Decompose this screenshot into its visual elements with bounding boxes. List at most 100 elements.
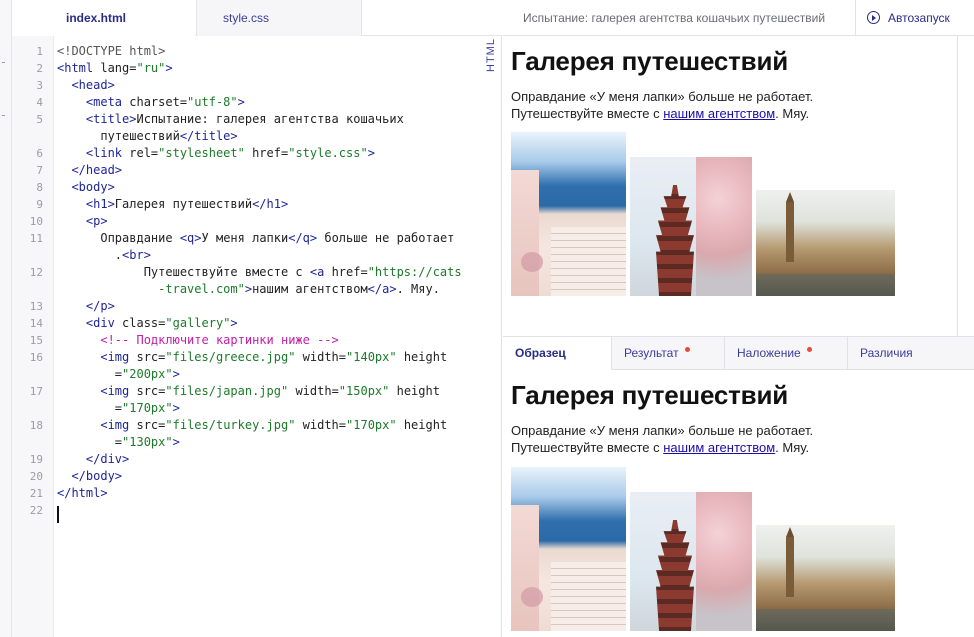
- code-line[interactable]: 14 <div class="gallery">: [12, 315, 482, 332]
- autorun-button[interactable]: Автозапуск: [855, 0, 974, 36]
- code-token: <p>: [57, 214, 108, 228]
- code-line[interactable]: 16 <img src="files/greece.jpg" width="14…: [12, 349, 482, 366]
- code-token: <body>: [57, 180, 115, 194]
- code-line[interactable]: 22: [12, 502, 482, 519]
- code-line[interactable]: -travel.com">нашим агентством</a>. Мяу.: [12, 281, 482, 298]
- code-token: <!-- Подключите картинки ниже -->: [57, 333, 339, 347]
- japan-image: [630, 157, 752, 296]
- code-line[interactable]: .<br>: [12, 247, 482, 264]
- code-token: <html: [57, 61, 101, 75]
- code-line[interactable]: 5 <title>Испытание: галерея агентства ко…: [12, 111, 482, 128]
- code-token: height: [389, 384, 440, 398]
- code-token: charset=: [129, 95, 188, 109]
- code-line[interactable]: 8 <body>: [12, 179, 482, 196]
- code-token: rel=: [129, 146, 159, 160]
- code-text: путешествий</title>: [54, 128, 237, 145]
- code-text: ="130px">: [54, 434, 180, 451]
- code-text: <head>: [54, 77, 114, 94]
- code-line[interactable]: 7 </head>: [12, 162, 482, 179]
- line-number: 22: [29, 504, 43, 517]
- code-line[interactable]: 9 <h1>Галерея путешествий</h1>: [12, 196, 482, 213]
- agency-link[interactable]: нашим агентством: [663, 106, 775, 121]
- code-token: </body>: [57, 469, 123, 483]
- line-number: 4: [36, 96, 43, 109]
- code-token: . Мяу.: [396, 282, 440, 296]
- code-token: Испытание: галерея агентства кошачьих: [136, 112, 404, 126]
- sample-agency-link[interactable]: нашим агентством: [663, 440, 775, 455]
- code-text: <html lang="ru">: [54, 60, 173, 77]
- code-line[interactable]: 15 <!-- Подключите картинки ниже -->: [12, 332, 482, 349]
- tab-sample-label: Образец: [515, 346, 566, 360]
- code-text: -travel.com">нашим агентством</a>. Мяу.: [54, 281, 440, 298]
- paragraph-line-1: Оправдание «У меня лапки» больше не рабо…: [511, 89, 814, 104]
- code-text: <img src="files/turkey.jpg" width="170px…: [54, 417, 447, 434]
- sample-gallery: [511, 467, 895, 631]
- code-token: "170px": [346, 418, 397, 432]
- code-token: <img: [57, 384, 137, 398]
- code-token: Оправдание: [57, 231, 180, 245]
- tab-overlay[interactable]: Наложение: [725, 337, 848, 370]
- code-line[interactable]: 17 <img src="files/japan.jpg" width="150…: [12, 383, 482, 400]
- code-line[interactable]: 3 <head>: [12, 77, 482, 94]
- sample-line-2-suffix: . Мяу.: [775, 440, 810, 455]
- code-token: src=: [136, 350, 166, 364]
- code-line[interactable]: 12 Путешествуйте вместе с <a href="https…: [12, 264, 482, 281]
- code-line[interactable]: 18 <img src="files/turkey.jpg" width="17…: [12, 417, 482, 434]
- tab-style-css[interactable]: style.css: [196, 0, 530, 36]
- sample-preview: Галерея путешествий Оправдание «У меня л…: [503, 380, 958, 456]
- code-line[interactable]: ="130px">: [12, 434, 482, 451]
- code-token: href=: [244, 146, 289, 160]
- code-token: >: [172, 401, 180, 415]
- code-token: "files/greece.jpg": [165, 350, 296, 364]
- line-number: [12, 128, 54, 145]
- page-heading: Галерея путешествий: [511, 46, 789, 76]
- code-area[interactable]: 1 <!DOCTYPE html> 2 <html lang="ru"> 3 <head…: [12, 43, 482, 519]
- code-text: <!DOCTYPE html>: [54, 43, 165, 60]
- autorun-label: Автозапуск: [888, 11, 950, 25]
- code-line[interactable]: 1 <!DOCTYPE html>: [12, 43, 482, 60]
- text-cursor: [57, 506, 59, 523]
- code-text: <meta charset="utf-8">: [54, 94, 245, 111]
- code-line[interactable]: ="200px">: [12, 366, 482, 383]
- code-line[interactable]: 4 <meta charset="utf-8">: [12, 94, 482, 111]
- code-text: </p>: [54, 298, 115, 315]
- code-line[interactable]: 19 </div>: [12, 451, 482, 468]
- code-text: <link rel="stylesheet" href="style.css">: [54, 145, 375, 162]
- tab-index-html[interactable]: index.html: [12, 0, 195, 36]
- code-text: </body>: [54, 468, 122, 485]
- code-line[interactable]: 20 </body>: [12, 468, 482, 485]
- code-token: больше не работает: [317, 231, 455, 245]
- line-number: 15: [29, 334, 43, 347]
- line-number: 9: [36, 198, 43, 211]
- code-token: >: [244, 282, 253, 296]
- code-line[interactable]: 21 </html>: [12, 485, 482, 502]
- code-line[interactable]: 6 <link rel="stylesheet" href="style.css…: [12, 145, 482, 162]
- tab-result[interactable]: Результат: [612, 337, 725, 370]
- code-text: </html>: [54, 485, 108, 502]
- code-editor[interactable]: index.html style.css 1 <!DOCTYPE html> 2 <h…: [12, 0, 530, 637]
- code-token: href=: [331, 265, 368, 279]
- code-token: </q>: [288, 231, 318, 245]
- code-token: </html>: [57, 486, 108, 500]
- tab-result-label: Результат: [624, 346, 679, 360]
- code-line[interactable]: 10 <p>: [12, 213, 482, 230]
- sample-line-1: Оправдание «У меня лапки» больше не рабо…: [511, 423, 814, 438]
- code-token: </a>: [367, 282, 397, 296]
- code-token: src=: [136, 384, 166, 398]
- code-line[interactable]: ="170px">: [12, 400, 482, 417]
- code-line[interactable]: 13 </p>: [12, 298, 482, 315]
- code-line[interactable]: 2 <html lang="ru">: [12, 60, 482, 77]
- code-line[interactable]: путешествий</title>: [12, 128, 482, 145]
- play-icon: [867, 11, 880, 24]
- code-line[interactable]: 11 Оправдание <q>У меня лапки</q> больше…: [12, 230, 482, 247]
- status-dot: [806, 347, 812, 352]
- tab-diff[interactable]: Различия: [848, 337, 974, 370]
- code-token: >: [237, 95, 245, 109]
- tab-sample[interactable]: Образец: [503, 337, 612, 370]
- line-number: 5: [36, 113, 43, 126]
- left-rail: [0, 0, 12, 637]
- code-token: "130px": [122, 435, 173, 449]
- line-number: [12, 281, 54, 298]
- code-text: Оправдание <q>У меня лапки</q> больше не…: [54, 230, 454, 247]
- code-text: <body>: [54, 179, 115, 196]
